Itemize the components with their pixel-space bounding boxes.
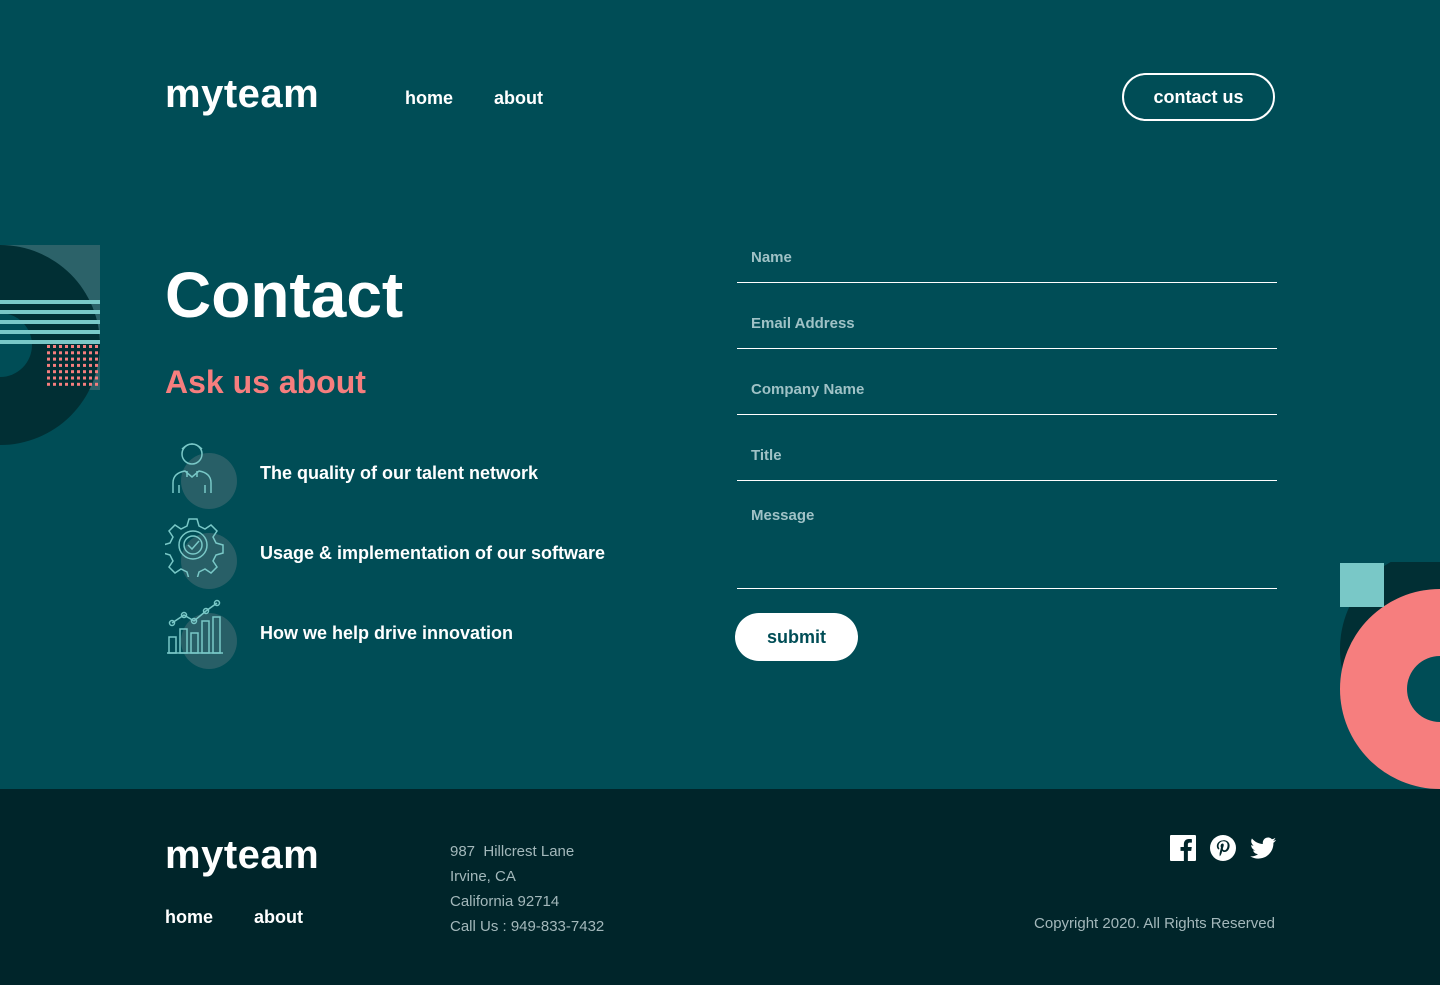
growth-chart-icon <box>165 597 237 669</box>
copyright-text: Copyright 2020. All Rights Reserved <box>1034 915 1275 932</box>
right-decoration <box>1340 562 1440 789</box>
footer: myteam home about 987 Hillcrest Lane Irv… <box>0 789 1440 985</box>
footer-about-link[interactable]: about <box>254 907 303 928</box>
email-field[interactable] <box>737 299 1277 349</box>
page-title: Contact <box>165 259 404 331</box>
footer-logo[interactable]: myteam <box>165 835 319 875</box>
twitter-icon[interactable] <box>1250 835 1276 861</box>
nav-about-link[interactable]: about <box>494 88 543 109</box>
person-icon <box>165 437 237 509</box>
title-field[interactable] <box>737 431 1277 481</box>
contact-us-button[interactable]: contact us <box>1122 73 1275 121</box>
name-field[interactable] <box>737 233 1277 283</box>
topic-software: Usage & implementation of our software <box>165 517 645 589</box>
ask-us-heading: Ask us about <box>165 364 366 400</box>
topic-innovation: How we help drive innovation <box>165 597 645 669</box>
topic-label: Usage & implementation of our software <box>260 543 606 563</box>
address-phone: Call Us : 949-833-7432 <box>450 918 605 935</box>
address-city: Irvine, CA <box>450 868 516 885</box>
footer-home-link[interactable]: home <box>165 907 213 928</box>
facebook-icon[interactable] <box>1170 835 1196 861</box>
submit-button[interactable]: submit <box>735 613 858 661</box>
topic-label: How we help drive innovation <box>260 623 514 643</box>
left-decoration <box>0 245 100 445</box>
message-field[interactable] <box>737 497 1277 589</box>
header-logo[interactable]: myteam <box>165 74 319 114</box>
gear-check-icon <box>165 517 237 589</box>
topic-label: The quality of our talent network <box>260 463 539 483</box>
pinterest-icon[interactable] <box>1210 835 1236 861</box>
nav-home-link[interactable]: home <box>405 88 453 109</box>
footer-address: 987 Hillcrest Lane Irvine, CA California… <box>450 839 604 939</box>
company-field[interactable] <box>737 365 1277 415</box>
topic-talent: The quality of our talent network <box>165 437 645 509</box>
address-state: California 92714 <box>450 893 560 910</box>
address-street: 987 Hillcrest Lane <box>450 843 575 860</box>
main-section: myteam home about contact us Contact Ask… <box>0 0 1440 789</box>
